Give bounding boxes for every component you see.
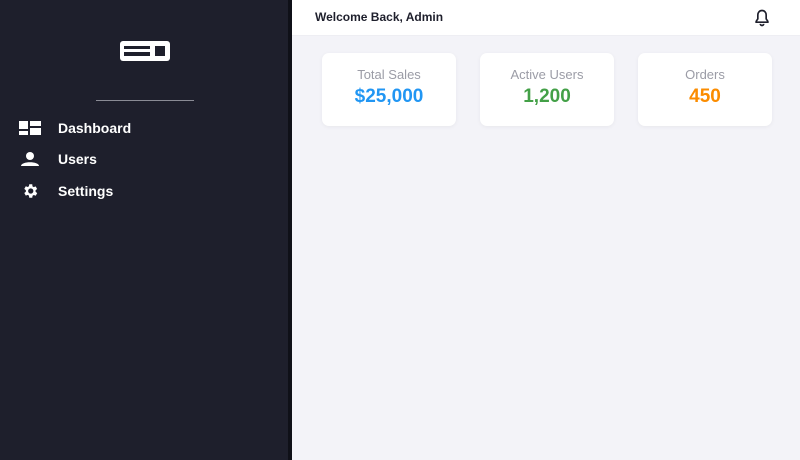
sidebar-item-label: Settings [58, 182, 114, 199]
welcome-text: Welcome Back, Admin [315, 10, 444, 24]
top-bar: Welcome Back, Admin [292, 0, 800, 36]
logo-icon[interactable] [119, 40, 171, 62]
stat-label: Total Sales [357, 67, 421, 82]
sidebar-item-label: Users [58, 151, 97, 168]
stats-cards: Total Sales $25,000 Active Users 1,200 O… [322, 53, 772, 126]
stat-card-active-users: Active Users 1,200 [480, 53, 614, 126]
stat-value: 1,200 [523, 86, 571, 107]
sidebar-item-users[interactable]: Users [0, 144, 292, 176]
app-root: Dashboard Users Settings Welcome Back, A… [0, 0, 800, 460]
sidebar-item-settings[interactable]: Settings [0, 175, 292, 207]
stat-card-orders: Orders 450 [638, 53, 772, 126]
sidebar: Dashboard Users Settings [0, 0, 292, 460]
main-content: Welcome Back, Admin Total Sales $25,000 … [292, 0, 800, 460]
gear-icon [19, 183, 41, 199]
sidebar-nav: Dashboard Users Settings [0, 112, 292, 207]
sidebar-item-dashboard[interactable]: Dashboard [0, 112, 292, 144]
bell-icon[interactable] [752, 8, 772, 28]
stat-label: Active Users [510, 67, 584, 82]
sidebar-item-label: Dashboard [58, 119, 132, 136]
stat-label: Orders [685, 67, 725, 82]
stat-card-total-sales: Total Sales $25,000 [322, 53, 456, 126]
stat-value: 450 [689, 86, 721, 107]
dashboard-icon [19, 120, 41, 136]
stat-value: $25,000 [354, 86, 424, 107]
sidebar-divider [96, 100, 194, 101]
user-icon [19, 151, 41, 167]
